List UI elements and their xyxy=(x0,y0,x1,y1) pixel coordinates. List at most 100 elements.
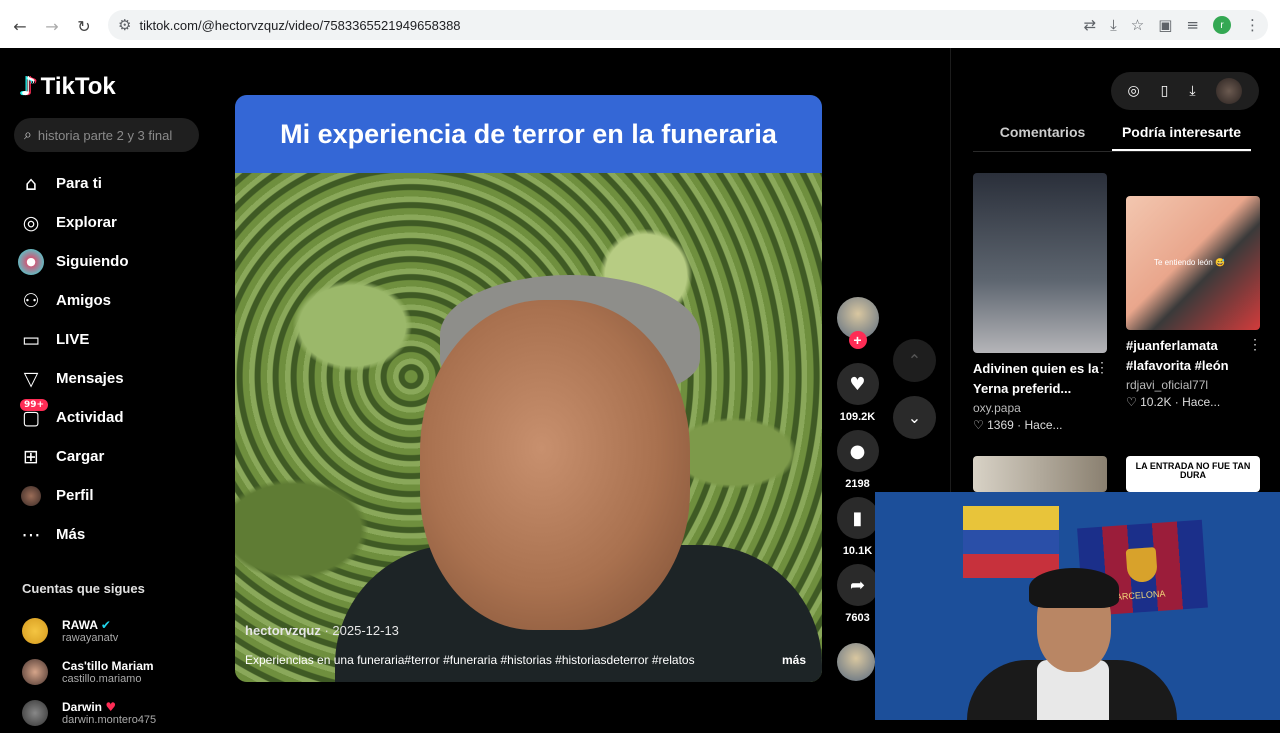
verified-icon: ✔ xyxy=(100,617,111,632)
video-thumbnail[interactable]: Te entiendo león 😅 xyxy=(1126,196,1260,330)
following-name: Darwin ♥ xyxy=(62,699,117,714)
following-item[interactable]: Darwin ♥ darwin.montero475 xyxy=(22,692,156,733)
card-title[interactable]: Adivinen quien es la Yerna preferid... xyxy=(973,359,1107,399)
creator-avatar[interactable]: + xyxy=(836,297,879,349)
nav-item-actividad[interactable]: ▢ 99+ Actividad xyxy=(18,398,129,437)
nav-item-explorar[interactable]: ◎ Explorar xyxy=(18,203,129,242)
nav-item-perfil[interactable]: Perfil xyxy=(18,476,129,515)
live-icon: ▭ xyxy=(22,328,40,351)
nav-item-live[interactable]: ▭ LIVE xyxy=(18,320,129,359)
translate-icon[interactable]: ⇄ xyxy=(1084,16,1097,34)
phone-icon[interactable]: ▯ xyxy=(1161,83,1169,99)
nav-item-cargar[interactable]: ⊞ Cargar xyxy=(18,437,129,476)
panel-tabs: Comentarios Podría interesarte xyxy=(973,124,1251,152)
search-input[interactable]: ⌕ historia parte 2 y 3 final xyxy=(14,118,199,152)
profile-avatar xyxy=(18,483,44,509)
action-column: + ♥ 109.2K ● 2198 ▮ 10.1K ➦ 7603 xyxy=(835,297,880,631)
heart-outline-icon: ♡ xyxy=(973,418,984,432)
star-icon[interactable]: ☆ xyxy=(1131,16,1144,34)
following-name: RAWA ✔ xyxy=(62,617,111,632)
video-author[interactable]: hectorvzquz xyxy=(245,623,321,638)
like-button[interactable]: ♥ xyxy=(836,363,879,405)
user-avatar[interactable] xyxy=(1216,78,1243,104)
save-button[interactable]: ▮ xyxy=(836,497,879,539)
card-stats: ♡ 1369 · Hace... xyxy=(973,418,1063,432)
nav-item-mas[interactable]: ⋯ Más xyxy=(18,515,129,554)
recommendation-card[interactable]: LA ENTRADA NO FUE TAN DURA xyxy=(1126,456,1260,492)
following-icon: ● xyxy=(18,248,44,275)
menu-icon[interactable]: ⋮ xyxy=(1245,16,1260,34)
share-icon: ➦ xyxy=(849,574,866,596)
tab-podria-interesarte[interactable]: Podría interesarte xyxy=(1112,124,1251,151)
video-author-line[interactable]: hectorvzquz · 2025-12-13 xyxy=(245,623,399,638)
compass-icon: ◎ xyxy=(22,211,40,234)
chevron-up-icon: ⌃ xyxy=(907,351,922,370)
card-user[interactable]: rdjavi_oficial77l xyxy=(1126,378,1260,392)
nav-label: Mensajes xyxy=(56,370,124,387)
recommendation-card[interactable]: Te entiendo león 😅 #juanferlamata #lafav… xyxy=(1126,196,1262,409)
media-icon[interactable]: ≡ xyxy=(1186,16,1199,34)
following-list: RAWA ✔ rawayanatv Cas'tillo Mariam castill… xyxy=(22,610,156,733)
more-icon: ⋯ xyxy=(21,523,41,546)
logo-text: TikTok xyxy=(40,73,116,100)
messages-icon: ▽ xyxy=(23,367,39,390)
music-avatar[interactable] xyxy=(837,643,875,681)
following-title: Cuentas que sigues xyxy=(22,581,145,596)
nav-item-para-ti[interactable]: ⌂ Para ti xyxy=(18,164,129,203)
extensions-icon[interactable]: ▣ xyxy=(1158,16,1172,34)
activity-badge: 99+ xyxy=(20,398,49,411)
comment-button[interactable]: ● xyxy=(836,430,879,472)
forward-button[interactable]: → xyxy=(36,10,68,42)
more-button[interactable]: más xyxy=(782,653,806,667)
explore-icon[interactable]: ◎ xyxy=(1127,83,1139,99)
venezuela-flag xyxy=(963,506,1059,578)
back-button[interactable]: ← xyxy=(4,10,36,42)
following-handle: rawayanatv xyxy=(62,631,119,644)
share-count: 7603 xyxy=(845,612,870,624)
friends-icon: ⚇ xyxy=(22,289,40,312)
video-thumbnail[interactable] xyxy=(973,456,1107,492)
reload-button[interactable]: ↻ xyxy=(68,10,100,42)
nav-label: Siguiendo xyxy=(56,253,129,270)
nav-item-amigos[interactable]: ⚇ Amigos xyxy=(18,281,129,320)
install-icon[interactable]: ⤓ xyxy=(1110,16,1117,34)
following-item[interactable]: RAWA ✔ rawayanatv xyxy=(22,610,156,651)
recommendation-card[interactable] xyxy=(973,456,1107,492)
heart-icon: ♥ xyxy=(849,373,866,395)
more-options-icon[interactable]: ⋮ xyxy=(1095,359,1109,376)
bookmark-icon: ▮ xyxy=(852,507,863,529)
card-user[interactable]: oxy.papa xyxy=(973,401,1107,415)
video-title-banner: Mi experiencia de terror en la funeraria xyxy=(235,95,822,173)
video-title: Mi experiencia de terror en la funeraria xyxy=(280,118,777,149)
previous-video-button[interactable]: ⌃ xyxy=(893,339,936,382)
sidebar: ♪ TikTok ⌕ historia parte 2 y 3 final ⌂ P… xyxy=(0,48,215,726)
avatar xyxy=(22,699,48,726)
nav-item-siguiendo[interactable]: ● Siguiendo xyxy=(18,242,129,281)
share-button[interactable]: ➦ xyxy=(836,564,879,606)
save-count: 10.1K xyxy=(842,545,873,557)
tiktok-logo[interactable]: ♪ TikTok xyxy=(20,72,116,102)
nav-label: Cargar xyxy=(56,448,105,465)
next-video-button[interactable]: ⌄ xyxy=(893,396,936,439)
video-thumbnail-text[interactable]: LA ENTRADA NO FUE TAN DURA xyxy=(1126,456,1260,492)
search-icon: ⌕ xyxy=(24,127,32,143)
following-item[interactable]: Cas'tillo Mariam castillo.mariamo xyxy=(22,651,156,692)
profile-avatar[interactable]: r xyxy=(1213,16,1231,34)
site-settings-icon[interactable]: ⚙ xyxy=(118,16,131,34)
tab-comentarios[interactable]: Comentarios xyxy=(973,124,1112,151)
follow-plus-icon[interactable]: + xyxy=(848,331,867,349)
heart-icon: ♥ xyxy=(105,699,117,714)
video-thumbnail[interactable] xyxy=(973,173,1107,353)
more-options-icon[interactable]: ⋮ xyxy=(1248,336,1262,353)
search-placeholder: historia parte 2 y 3 final xyxy=(37,127,173,143)
address-bar[interactable]: ⚙ tiktok.com/@hectorvzquz/video/75833655… xyxy=(108,10,1268,40)
heart-outline-icon: ♡ xyxy=(1126,395,1137,409)
url-text[interactable]: tiktok.com/@hectorvzquz/video/7583365521… xyxy=(139,18,460,33)
nav-item-mensajes[interactable]: ▽ Mensajes xyxy=(18,359,129,398)
following-handle: castillo.mariamo xyxy=(62,672,142,685)
download-icon[interactable]: ⤓ xyxy=(1189,83,1195,99)
upload-icon: ⊞ xyxy=(23,445,39,468)
video-player[interactable]: Mi experiencia de terror en la funeraria… xyxy=(235,95,822,682)
recommendation-card[interactable]: Adivinen quien es la Yerna preferid... o… xyxy=(973,173,1109,432)
card-title[interactable]: #juanferlamata #lafavorita #león xyxy=(1126,336,1260,376)
